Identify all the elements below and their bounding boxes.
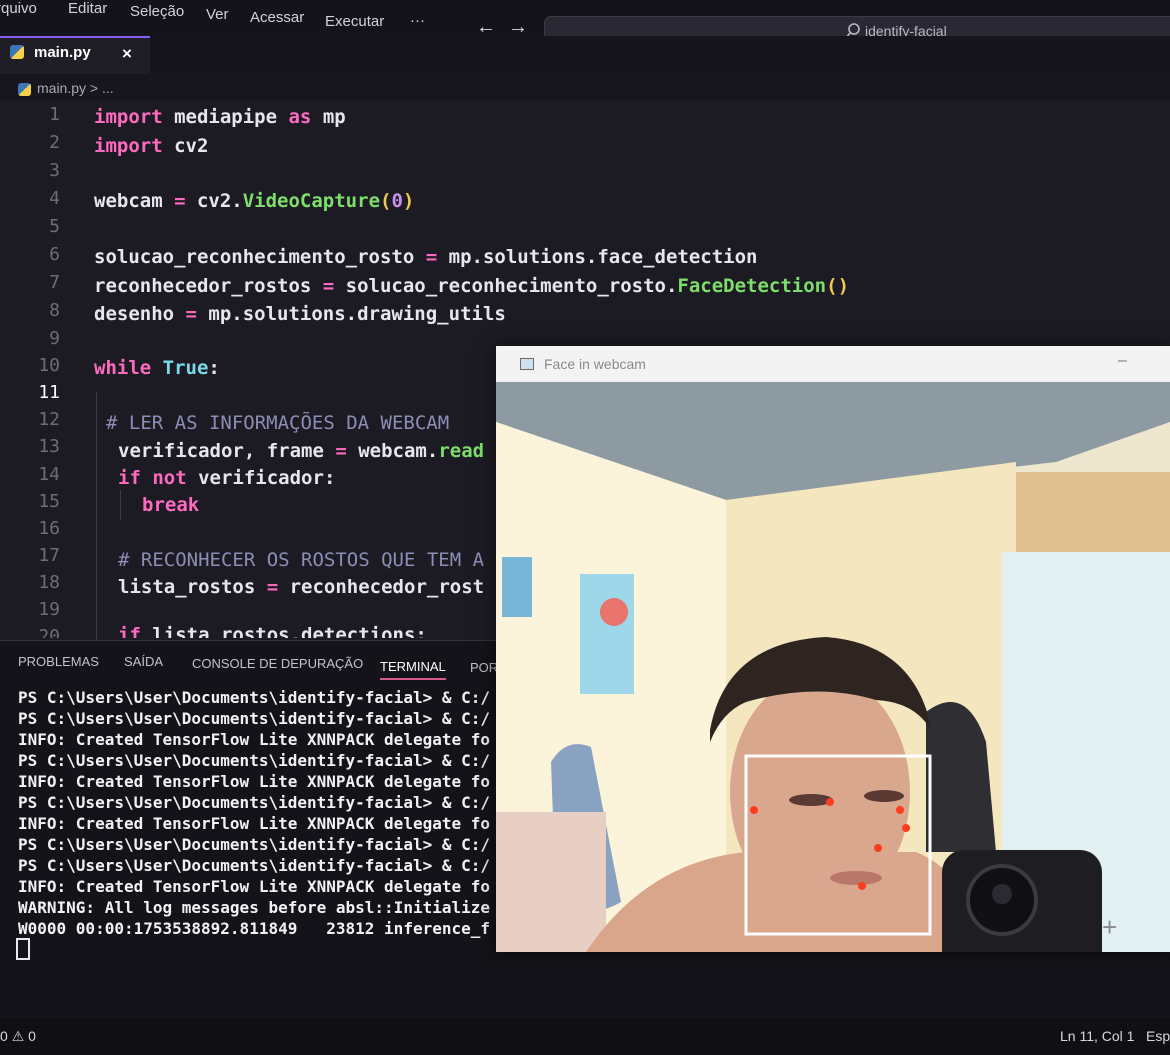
menu-more[interactable]: ···	[410, 12, 425, 29]
terminal-line: PS C:\Users\User\Documents\identify-faci…	[18, 835, 491, 854]
window-titlebar[interactable]: Face in webcam –	[496, 346, 1170, 382]
tab-problems[interactable]: PROBLEMAS	[18, 654, 99, 669]
code-line-18: lista_rostos = reconhecedor_rost	[118, 576, 485, 598]
face-landmark	[750, 806, 758, 814]
cursor-position[interactable]: Ln 11, Col 1	[1060, 1028, 1134, 1044]
face-landmark	[874, 844, 882, 852]
menu-run[interactable]: Executar	[325, 13, 384, 30]
code-line-15: break	[142, 494, 200, 516]
code-line-8: desenho = mp.solutions.drawing_utils	[94, 303, 506, 325]
python-file-icon	[10, 45, 24, 59]
terminal-line: INFO: Created TensorFlow Lite XNNPACK de…	[18, 877, 491, 896]
line-number: 8	[49, 300, 60, 321]
terminal-line: PS C:\Users\User\Documents\identify-faci…	[18, 688, 491, 707]
code-line-2: import cv2	[94, 135, 209, 157]
breadcrumb[interactable]: main.py > ...	[18, 80, 114, 96]
terminal-line: PS C:\Users\User\Documents\identify-faci…	[18, 856, 491, 875]
code-line-10: while True:	[94, 357, 220, 379]
status-bar: 0 ⚠ 0 Ln 11, Col 1 Espa	[0, 1018, 1170, 1055]
terminal-line: W0000 00:00:1753538892.811849 23812 infe…	[18, 919, 491, 938]
code-line-4: webcam = cv2.VideoCapture(0)	[94, 190, 415, 212]
line-number: 4	[49, 188, 60, 209]
line-number: 7	[49, 272, 60, 293]
face-landmark	[826, 798, 834, 806]
line-number: 5	[49, 216, 60, 237]
indent-guide	[120, 490, 121, 520]
terminal-line: INFO: Created TensorFlow Lite XNNPACK de…	[18, 814, 491, 833]
encoding-indicator[interactable]: Espa	[1146, 1028, 1170, 1044]
face-landmark	[902, 824, 910, 832]
terminal-line: PS C:\Users\User\Documents\identify-faci…	[18, 709, 491, 728]
line-number: 14	[38, 464, 60, 485]
line-number: 9	[49, 328, 60, 349]
line-number: 12	[38, 409, 60, 430]
menu-edit[interactable]: Editar	[68, 0, 107, 17]
webcam-image: +	[496, 382, 1170, 952]
menu-file[interactable]: rquivo	[0, 0, 37, 17]
line-number: 18	[38, 572, 60, 593]
terminal-cursor	[16, 938, 30, 960]
warning-icon: ⚠	[11, 1028, 25, 1044]
menu-go[interactable]: Acessar	[250, 9, 304, 26]
breadcrumb-text: main.py > ...	[37, 80, 114, 96]
problems-indicator[interactable]: 0 ⚠ 0	[0, 1028, 36, 1045]
tab-main-py[interactable]: main.py ×	[0, 36, 150, 74]
tab-output[interactable]: SAÍDA	[124, 654, 163, 669]
menu-selection[interactable]: Seleção	[130, 3, 184, 20]
minimize-icon[interactable]: –	[1118, 352, 1127, 370]
code-line-17: # RECONHECER OS ROSTOS QUE TEM A	[118, 549, 485, 571]
terminal-line: WARNING: All log messages before absl::I…	[18, 898, 491, 917]
line-number-active: 11	[38, 382, 60, 403]
indent-guide	[96, 392, 97, 640]
svg-text:+: +	[1102, 912, 1117, 942]
tab-label: main.py	[34, 44, 91, 61]
line-number: 3	[49, 160, 60, 181]
close-icon[interactable]: ×	[122, 44, 132, 64]
code-line-7: reconhecedor_rostos = solucao_reconhecim…	[94, 275, 850, 297]
webcam-feed: +	[496, 382, 1170, 952]
menu-view[interactable]: Ver	[206, 6, 229, 23]
face-landmark	[858, 882, 866, 890]
terminal-line: INFO: Created TensorFlow Lite XNNPACK de…	[18, 730, 491, 749]
code-line-6: solucao_reconhecimento_rosto = mp.soluti…	[94, 246, 758, 268]
window-title: Face in webcam	[544, 356, 646, 372]
line-number: 1	[49, 104, 60, 125]
code-line-1: import mediapipe as mp	[94, 106, 346, 128]
python-file-icon	[18, 82, 31, 96]
tab-bar	[0, 36, 1170, 72]
line-number: 15	[38, 491, 60, 512]
tab-terminal[interactable]: TERMINAL	[380, 659, 446, 680]
error-count: 0	[0, 1028, 8, 1044]
terminal-line: INFO: Created TensorFlow Lite XNNPACK de…	[18, 772, 491, 791]
window-app-icon	[520, 358, 534, 370]
tab-debug-console[interactable]: CONSOLE DE DEPURAÇÃO	[192, 656, 363, 671]
line-number: 13	[38, 436, 60, 457]
webcam-window[interactable]: Face in webcam – +	[496, 346, 1170, 952]
terminal-line: PS C:\Users\User\Documents\identify-faci…	[18, 793, 491, 812]
line-number: 6	[49, 244, 60, 265]
line-number: 20	[38, 626, 60, 638]
line-number: 2	[49, 132, 60, 153]
face-landmark	[896, 806, 904, 814]
line-number: 10	[38, 355, 60, 376]
line-number: 19	[38, 599, 60, 620]
warning-count: 0	[28, 1028, 36, 1044]
line-number: 16	[38, 518, 60, 539]
code-line-12: # LER AS INFORMAÇÕES DA WEBCAM	[106, 412, 450, 434]
terminal-line: PS C:\Users\User\Documents\identify-faci…	[18, 751, 491, 770]
code-line-20: if lista_rostos.detections:	[118, 624, 427, 638]
code-line-14: if not verificador:	[118, 467, 336, 489]
code-line-13: verificador, frame = webcam.read	[118, 440, 485, 462]
line-number: 17	[38, 545, 60, 566]
